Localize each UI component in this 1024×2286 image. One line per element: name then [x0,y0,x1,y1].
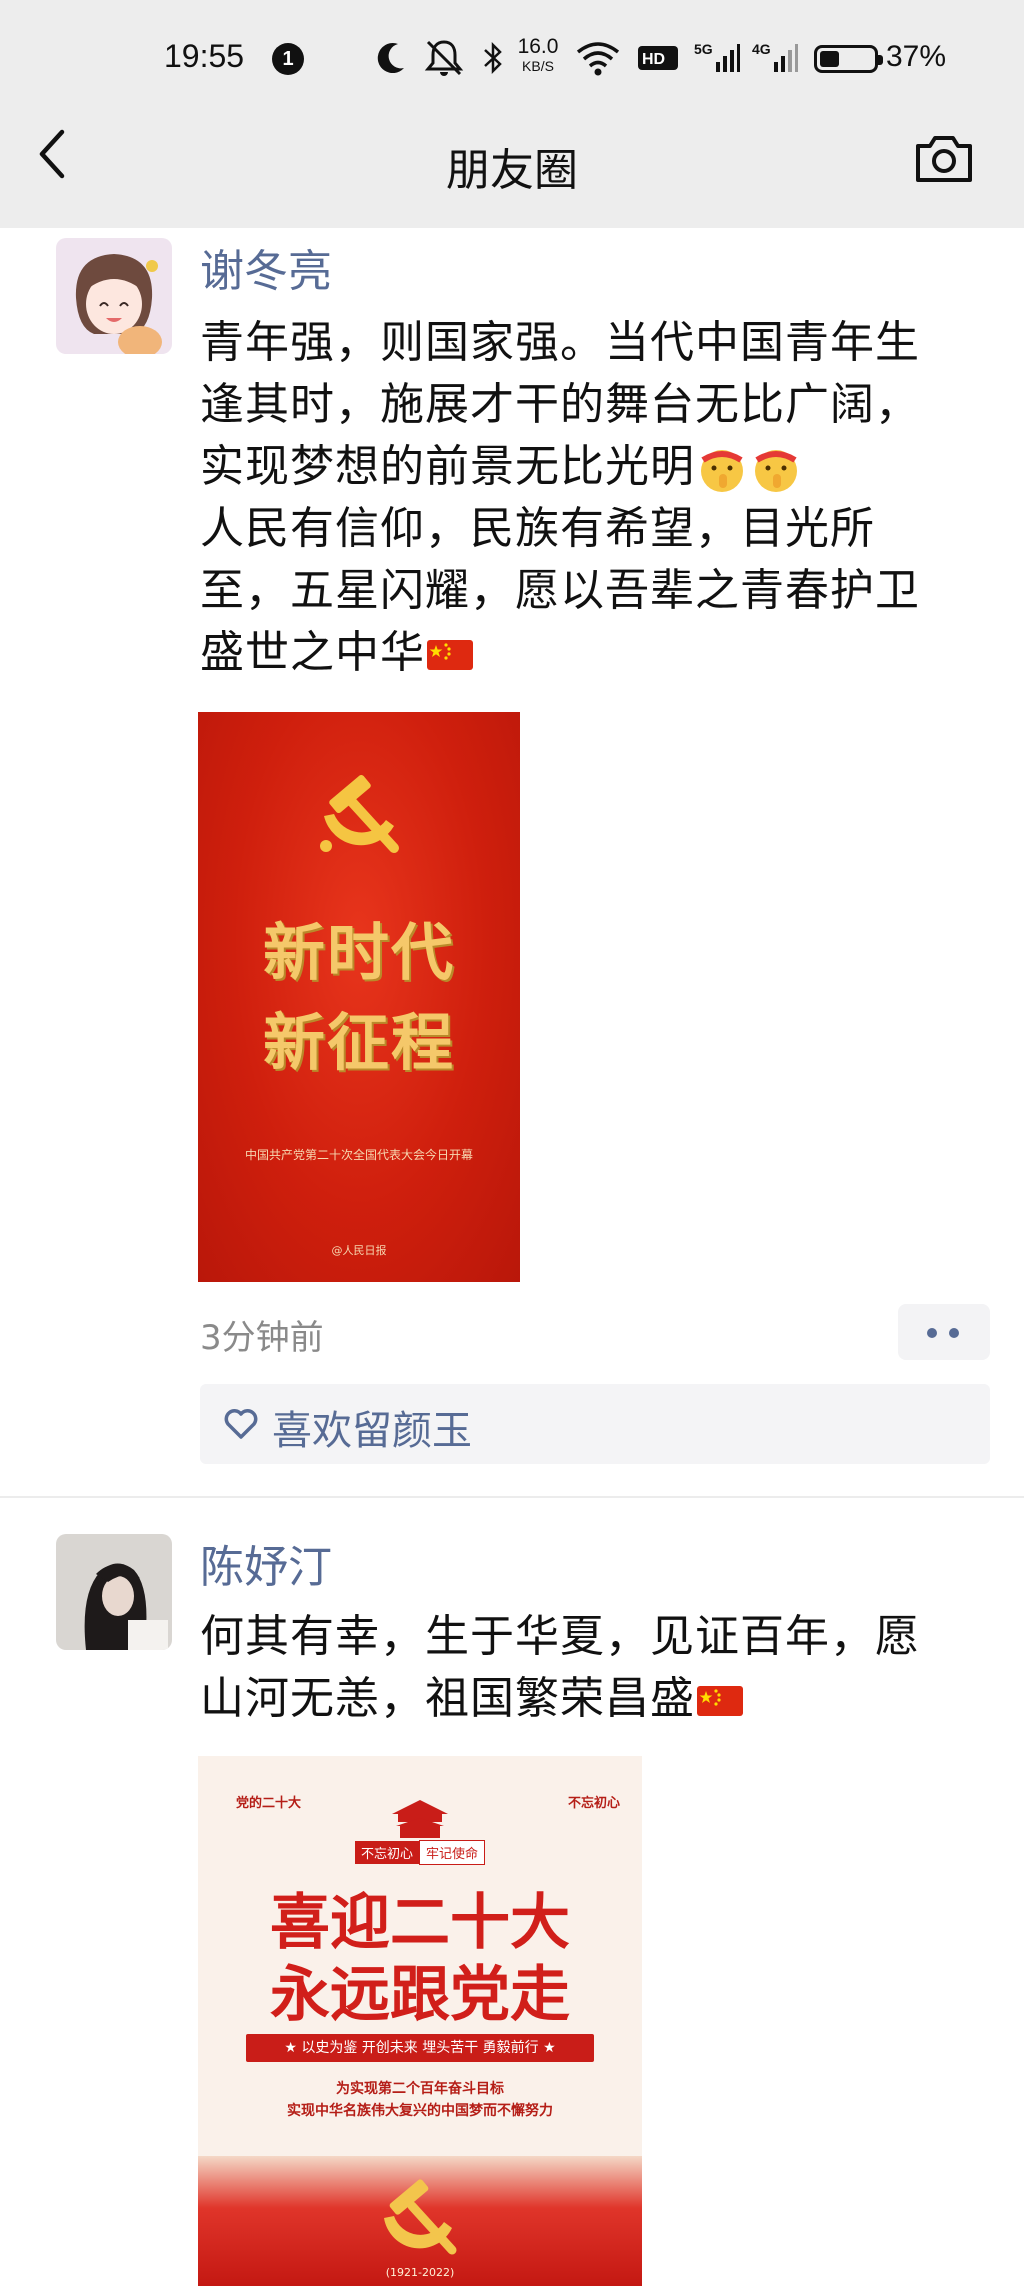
post-divider [0,1496,1024,1498]
post-image[interactable]: 党的二十大 不忘初心 不忘初心 牢记使命 喜迎二十大 永远跟党走 ★ 以史为鉴 开… [198,1756,642,2286]
status-bar: 19:55 1 16.0 KB/S HD 5G 4G 37% [0,0,1024,120]
post-text-line: 盛世之中华 [200,622,990,684]
poster-tag: 不忘初心 牢记使命 [198,1840,642,1865]
battery-fill [820,51,840,67]
china-flag-icon [427,640,473,670]
svg-text:4G: 4G [752,41,771,57]
wifi-icon [576,42,620,76]
china-flag-icon [697,1686,743,1716]
moon-icon [377,43,404,74]
shush-emoji-icon [755,450,797,492]
bluetooth-icon [484,41,502,75]
post-text: 青年强，则国家强。当代中国青年生 逢其时，施展才干的舞台无比广阔， 实现梦想的前… [200,312,990,684]
post-text-segment: 盛世之中华 [200,627,425,678]
more-button[interactable] [898,1304,990,1360]
post-author[interactable]: 陈妤汀 [200,1540,332,1596]
hammer-sickle-icon [320,774,399,853]
post-text-segment: 实现梦想的前景无比光明 [200,441,695,492]
5g-signal-icon: 5G [694,41,740,72]
hammer-sickle-icon [384,2179,457,2255]
post-text: 何其有幸，生于华夏，见证百年，愿 山河无恙，祖国繁荣昌盛 [200,1606,990,1730]
avatar[interactable] [56,238,172,354]
post-text-line: 至，五星闪耀，愿以吾辈之青春护卫 [200,565,920,616]
dot-icon [949,1328,959,1338]
net-speed: 16.0 KB/S [516,35,560,75]
poster-title-2: 永远跟党走 [270,1960,570,2030]
poster-headline-1: 新时代 [262,916,455,989]
net-speed-unit: KB/S [522,58,554,74]
poster-corner-right: 不忘初心 [567,1796,620,1811]
post-text-line: 山河无恙，祖国繁荣昌盛 [200,1668,990,1730]
post-time: 3分钟前 [200,1318,324,1358]
svg-text:HD: HD [642,51,665,68]
battery-percent: 37% [886,40,947,73]
poster-ribbon: ★ 以史为鉴 开创未来 埋头苦干 勇毅前行 ★ [246,2034,594,2062]
hd-icon: HD [638,46,678,70]
shush-emoji-icon [701,450,743,492]
poster-tag-a: 不忘初心 [354,1841,419,1864]
likes-box: 喜欢留颜玉 [200,1384,990,1464]
battery-icon [814,45,883,73]
post-text-line: 何其有幸，生于华夏，见证百年，愿 [200,1611,920,1662]
post-image[interactable]: 新时代 新征程 中国共产党第二十次全国代表大会今日开幕 @人民日报 [198,712,520,1282]
tiananmen-icon [392,1800,448,1838]
page-title: 朋友圈 [446,145,578,196]
poster-logo: @人民日报 [331,1244,387,1257]
mute-icon [424,40,464,76]
status-time: 19:55 [164,38,245,74]
post-author[interactable]: 谢冬亮 [200,244,332,300]
poster-tag-b: 牢记使命 [419,1840,486,1865]
liker-name[interactable]: 喜欢留颜玉 [272,1398,472,1456]
dot-icon [927,1328,937,1338]
notification-badge: 1 [272,43,304,75]
post-text-line: 实现梦想的前景无比光明 [200,436,990,498]
avatar[interactable] [56,1534,172,1650]
post-text-line: 青年强，则国家强。当代中国青年生 [200,317,920,368]
poster-subtitle: 中国共产党第二十次全国代表大会今日开幕 [244,1148,473,1162]
svg-text:5G: 5G [694,41,713,57]
post-text-segment: 山河无恙，祖国繁荣昌盛 [200,1673,695,1724]
poster-years: (1921-2022) [385,2266,455,2279]
poster-corner-left: 党的二十大 [236,1796,302,1811]
post-text-line: 逢其时，施展才干的舞台无比广阔， [200,379,920,430]
poster-text-2: 实现中华名族伟大复兴的中国梦而不懈努力 [287,2103,553,2119]
camera-icon[interactable] [912,130,976,186]
net-speed-value: 16.0 [517,35,559,58]
poster-text-1: 为实现第二个百年奋斗目标 [336,2081,504,2097]
4g-signal-icon: 4G [752,41,798,72]
heart-icon [224,1409,258,1439]
post-text-line: 人民有信仰，民族有希望，目光所 [200,503,875,554]
poster-headline-2: 新征程 [262,1006,455,1079]
